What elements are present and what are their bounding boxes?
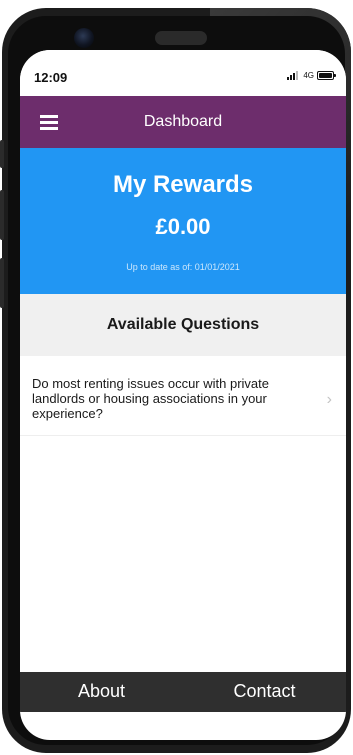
about-button[interactable]: About <box>20 681 183 702</box>
question-list-item[interactable]: Do most renting issues occur with privat… <box>20 366 346 436</box>
status-bar: 12:09 4G <box>20 50 346 96</box>
chevron-right-icon: › <box>326 391 332 408</box>
questions-heading: Available Questions <box>106 316 260 333</box>
contact-button[interactable]: Contact <box>183 681 346 702</box>
network-type: 4G <box>303 71 314 80</box>
page-title: Dashboard <box>143 113 223 130</box>
rewards-balance: £0.00 <box>155 214 211 239</box>
rewards-title: My Rewards <box>112 171 254 198</box>
battery-icon <box>317 71 336 80</box>
bottom-nav: About Contact <box>20 672 346 712</box>
volume-down-button <box>0 258 4 308</box>
rewards-panel: My Rewards £0.00 Up to date as of: 01/01… <box>20 148 346 294</box>
signal-icon <box>287 71 299 80</box>
earpiece-speaker <box>155 31 207 45</box>
questions-section-header: Available Questions <box>20 294 346 356</box>
rewards-updated-date: Up to date as of: 01/01/2021 <box>126 262 240 272</box>
volume-up-button <box>0 190 4 240</box>
status-time: 12:09 <box>34 70 68 85</box>
app-header: Dashboard <box>20 96 346 148</box>
mute-switch <box>0 140 4 168</box>
status-indicators: 4G <box>287 71 336 80</box>
front-camera <box>74 28 94 48</box>
phone-screen: 12:09 4G Dashboard My Rewards £0.00 Up t… <box>20 50 346 740</box>
question-text: Do most renting issues occur with privat… <box>32 376 269 421</box>
